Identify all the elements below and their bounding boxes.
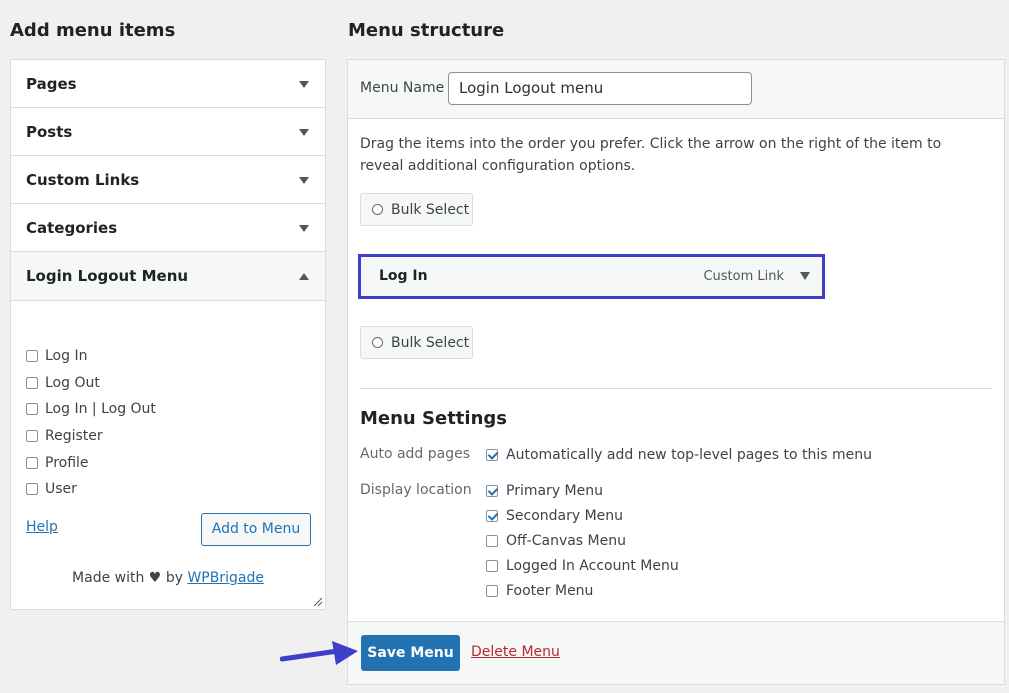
- bulk-select-label: Bulk Select: [391, 201, 470, 218]
- checkbox[interactable]: [26, 376, 38, 389]
- menu-item-title: Log In: [379, 268, 428, 284]
- checkbox[interactable]: [26, 430, 38, 443]
- list-item[interactable]: Profile: [26, 449, 156, 476]
- login-logout-items-list: Log In Log Out Log In | Log Out Register…: [26, 343, 156, 503]
- accordion-categories[interactable]: Categories: [11, 204, 325, 252]
- heart-icon: ♥: [148, 570, 162, 586]
- accordion-label: Categories: [26, 219, 118, 237]
- location-off-canvas-menu[interactable]: Off-Canvas Menu: [486, 531, 626, 551]
- chevron-up-icon: [299, 273, 309, 280]
- accordion-label: Pages: [26, 75, 77, 93]
- accordion-posts[interactable]: Posts: [11, 108, 325, 156]
- location-label: Logged In Account Menu: [506, 558, 679, 574]
- menu-name-bar: Menu Name Login Logout menu: [348, 60, 1004, 119]
- list-item[interactable]: User: [26, 476, 156, 503]
- location-checkbox[interactable]: [486, 510, 498, 522]
- add-to-menu-button[interactable]: Add to Menu: [201, 513, 311, 546]
- save-menu-button[interactable]: Save Menu: [361, 635, 460, 671]
- location-logged-in-account-menu[interactable]: Logged In Account Menu: [486, 556, 679, 576]
- location-label: Primary Menu: [506, 483, 603, 499]
- menu-name-label: Menu Name: [360, 80, 445, 96]
- bulk-select-label: Bulk Select: [391, 334, 470, 351]
- bulk-select-button[interactable]: Bulk Select: [360, 326, 473, 359]
- chevron-down-icon: [299, 176, 309, 184]
- chevron-down-icon: [299, 80, 309, 88]
- item-label: Profile: [45, 454, 89, 471]
- accordion-label: Login Logout Menu: [26, 267, 189, 285]
- menu-item-type: Custom Link: [703, 269, 784, 284]
- delete-menu-link[interactable]: Delete Menu: [471, 644, 560, 660]
- location-checkbox[interactable]: [486, 585, 498, 597]
- auto-add-pages-option[interactable]: Automatically add new top-level pages to…: [486, 445, 872, 465]
- accordion-pages[interactable]: Pages: [11, 60, 325, 108]
- auto-add-checkbox[interactable]: [486, 449, 498, 461]
- location-checkbox[interactable]: [486, 535, 498, 547]
- list-item[interactable]: Log In | Log Out: [26, 396, 156, 423]
- chevron-down-icon: [299, 224, 309, 232]
- item-label: Register: [45, 428, 103, 445]
- pointer-arrow-icon: [280, 641, 358, 665]
- accordion-label: Posts: [26, 123, 73, 141]
- checkbox[interactable]: [26, 456, 38, 469]
- wpbrigade-link[interactable]: WPBrigade: [187, 570, 264, 586]
- menu-item-log-in[interactable]: Log In Custom Link: [358, 254, 825, 299]
- item-label: Log Out: [45, 374, 100, 391]
- accordion-label: Custom Links: [26, 171, 140, 189]
- location-primary-menu[interactable]: Primary Menu: [486, 481, 603, 501]
- item-label: Log In: [45, 348, 88, 365]
- location-checkbox[interactable]: [486, 485, 498, 497]
- location-label: Off-Canvas Menu: [506, 533, 626, 549]
- resize-handle-icon[interactable]: [313, 597, 323, 607]
- checkbox[interactable]: [26, 483, 38, 496]
- item-label: User: [45, 481, 77, 498]
- item-label: Log In | Log Out: [45, 401, 156, 418]
- help-link[interactable]: Help: [26, 519, 58, 535]
- made-with-prefix: Made with: [72, 570, 145, 586]
- menu-footer-bar: Save Menu Delete Menu: [348, 621, 1004, 684]
- checkbox[interactable]: [26, 350, 38, 363]
- auto-add-option-label: Automatically add new top-level pages to…: [506, 447, 873, 463]
- bulk-select-checkbox[interactable]: [372, 337, 383, 348]
- list-item[interactable]: Register: [26, 423, 156, 450]
- list-item[interactable]: Log In: [26, 343, 156, 370]
- divider: [360, 388, 992, 389]
- instructions-text: Drag the items into the order you prefer…: [360, 136, 942, 174]
- chevron-down-icon: [299, 128, 309, 136]
- location-footer-menu[interactable]: Footer Menu: [486, 581, 593, 601]
- menu-structure-title: Menu structure: [348, 20, 505, 41]
- add-menu-items-title: Add menu items: [10, 20, 176, 41]
- bulk-select-button[interactable]: Bulk Select: [360, 193, 473, 226]
- location-secondary-menu[interactable]: Secondary Menu: [486, 506, 623, 526]
- chevron-down-icon[interactable]: [800, 272, 810, 280]
- add-menu-items-panel: Pages Posts Custom Links Categories Logi…: [10, 59, 326, 610]
- accordion-login-logout-menu[interactable]: Login Logout Menu: [11, 252, 325, 301]
- made-with-by: by: [165, 570, 183, 586]
- location-label: Footer Menu: [506, 583, 594, 599]
- menu-structure-panel: Menu Name Login Logout menu Drag the ite…: [347, 59, 1005, 685]
- location-checkbox[interactable]: [486, 560, 498, 572]
- accordion-custom-links[interactable]: Custom Links: [11, 156, 325, 204]
- display-location-label: Display location: [360, 482, 472, 498]
- location-label: Secondary Menu: [506, 508, 624, 524]
- menu-name-input[interactable]: Login Logout menu: [448, 72, 752, 105]
- auto-add-pages-label: Auto add pages: [360, 446, 471, 462]
- menu-settings-title: Menu Settings: [360, 408, 507, 429]
- list-item[interactable]: Log Out: [26, 370, 156, 397]
- bulk-select-checkbox[interactable]: [372, 204, 383, 215]
- checkbox[interactable]: [26, 403, 38, 416]
- made-with-credit: Made with ♥ by WPBrigade: [11, 570, 325, 586]
